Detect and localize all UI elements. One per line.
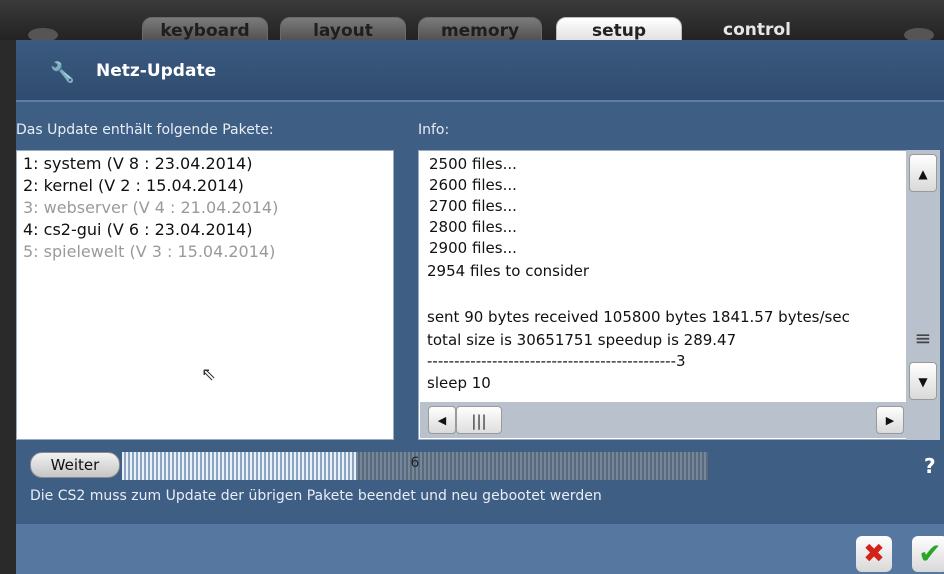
- cancel-x-icon[interactable]: ✖: [856, 536, 892, 572]
- info-vertical-scrollbar[interactable]: ▲ ≡ ▼: [906, 150, 940, 440]
- dialog-title: Netz-Update: [96, 61, 217, 81]
- info-line: 2600 files...: [429, 176, 517, 194]
- info-line: sleep 10: [427, 374, 491, 392]
- info-line: ----------------------------------------…: [427, 352, 686, 370]
- package-item-system[interactable]: 1: system (V 8 : 23.04.2014): [23, 154, 252, 173]
- help-button[interactable]: ?: [924, 454, 936, 478]
- divider: [16, 100, 944, 102]
- info-line: 2800 files...: [429, 218, 517, 236]
- package-list[interactable]: 1: system (V 8 : 23.04.2014) 2: kernel (…: [16, 150, 394, 440]
- package-item-kernel[interactable]: 2: kernel (V 2 : 15.04.2014): [23, 176, 244, 195]
- info-line: 2500 files...: [429, 155, 517, 173]
- update-progress-bar: 6: [122, 452, 708, 480]
- wrench-icon: 🔧: [50, 60, 75, 84]
- packages-label: Das Update enthält folgende Pakete:: [16, 122, 274, 138]
- package-item-spielewelt[interactable]: 5: spielewelt (V 3 : 15.04.2014): [23, 242, 275, 261]
- info-line: sent 90 bytes received 105800 bytes 1841…: [427, 308, 850, 326]
- status-message: Die CS2 muss zum Update der übrigen Pake…: [30, 488, 602, 504]
- info-line: total size is 30651751 speedup is 289.47: [427, 331, 737, 349]
- info-horizontal-scrollbar[interactable]: ◀ ||| ▶: [420, 402, 906, 438]
- scroll-right-arrow-icon[interactable]: ▶: [876, 406, 904, 434]
- scroll-down-arrow-icon[interactable]: ▼: [909, 362, 937, 400]
- weiter-button[interactable]: Weiter: [30, 452, 120, 478]
- scroll-grip-icon[interactable]: ≡: [909, 318, 937, 358]
- scroll-up-arrow-icon[interactable]: ▲: [909, 154, 937, 192]
- package-item-cs2-gui[interactable]: 4: cs2-gui (V 6 : 23.04.2014): [23, 220, 252, 239]
- info-line: 2954 files to consider: [427, 262, 590, 280]
- info-log[interactable]: 2500 files... 2600 files... 2700 files..…: [418, 150, 908, 440]
- package-item-webserver[interactable]: 3: webserver (V 4 : 21.04.2014): [23, 198, 278, 217]
- tab-strip: keyboard layout memory setup control: [0, 0, 944, 62]
- info-line: 2700 files...: [429, 197, 517, 215]
- progress-label: 6: [410, 455, 420, 471]
- info-line: 2900 files...: [429, 239, 517, 257]
- mouse-cursor-icon: ⇖: [201, 364, 217, 385]
- scroll-left-arrow-icon[interactable]: ◀: [428, 406, 456, 434]
- dialog-titlebar: 🔧 Netz-Update: [16, 40, 944, 100]
- netz-update-dialog: 🔧 Netz-Update Das Update enthält folgend…: [16, 40, 944, 574]
- dialog-footer: [16, 524, 944, 574]
- scroll-thumb[interactable]: |||: [456, 406, 502, 434]
- info-label: Info:: [418, 122, 450, 138]
- confirm-check-icon[interactable]: ✔: [912, 536, 944, 572]
